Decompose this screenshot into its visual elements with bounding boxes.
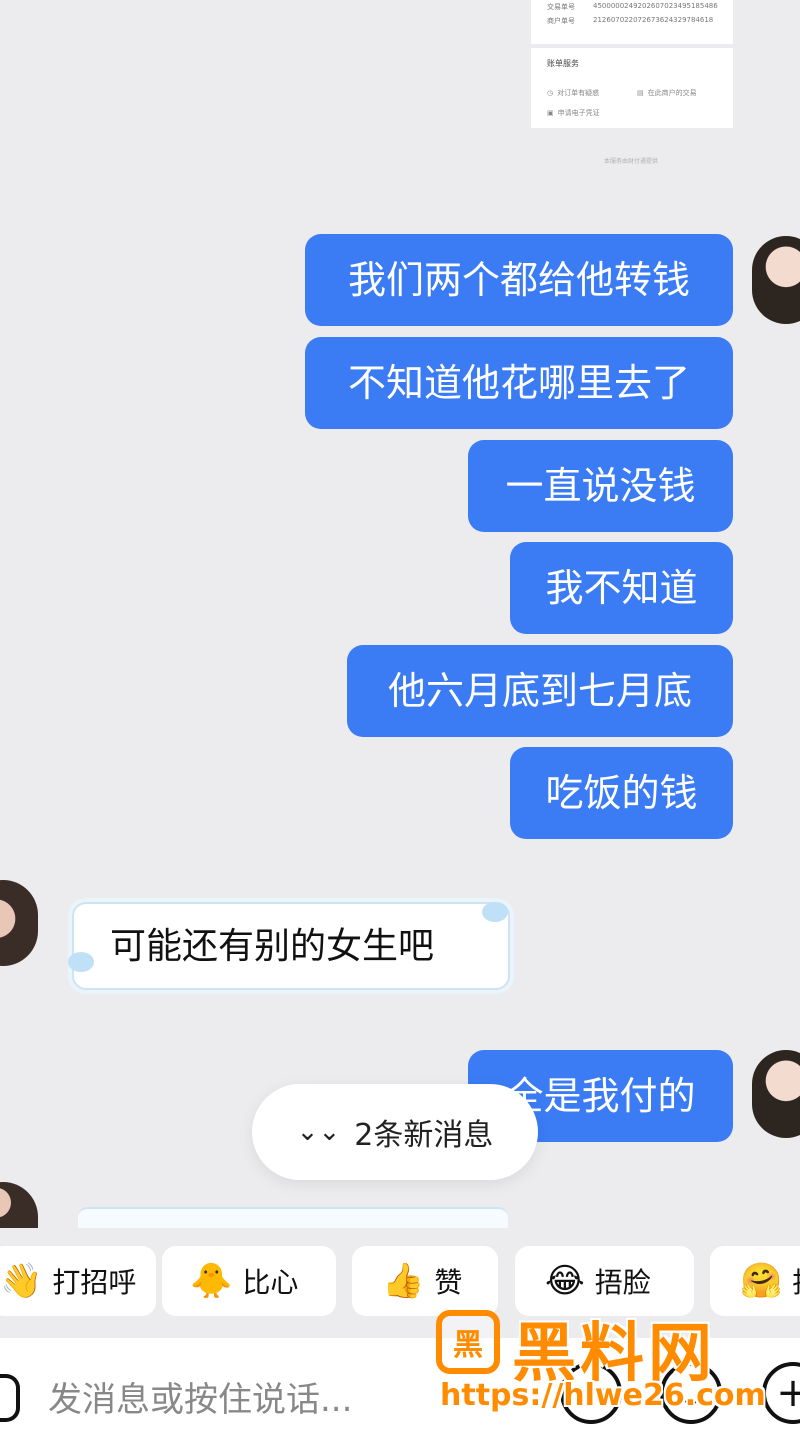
quick-reply-label: 比心 xyxy=(242,1266,299,1299)
message-input[interactable]: 发消息或按住说话... xyxy=(48,1372,352,1421)
sent-message[interactable]: 我不知道 xyxy=(510,542,733,634)
watermark-logo: 黑 xyxy=(436,1310,500,1374)
receipt-row-merchant: 商户单号 21260702207267362432978461​8 xyxy=(547,16,713,26)
receipt-row-label: 交易单号 xyxy=(547,3,575,11)
received-message[interactable]: 可能还有别的女生吧 xyxy=(72,902,510,990)
receipt-section-title: 账单服务 xyxy=(547,59,579,68)
new-messages-label: 2条新消息 xyxy=(354,1118,494,1153)
quick-reply-label: 赞 xyxy=(434,1266,463,1299)
thumbs-up-icon: 👍 xyxy=(382,1261,425,1301)
receipt-action-merchant[interactable]: ▤ 在此商户的交易 xyxy=(637,88,697,98)
double-chevron-down-icon: ⌄⌄ xyxy=(296,1117,341,1147)
store-icon: ▤ xyxy=(637,89,644,97)
quick-reply-greet[interactable]: 👋 打招呼 xyxy=(0,1246,156,1316)
bear-sticker-icon xyxy=(68,952,94,972)
document-icon: ▣ xyxy=(547,109,554,117)
voice-icon[interactable] xyxy=(0,1374,20,1422)
site-watermark: 黑 黑料网 https://hlwe26.com xyxy=(436,1302,766,1422)
laughing-face-icon: 😂 xyxy=(545,1261,585,1301)
quick-reply-label: 抱 xyxy=(792,1261,800,1301)
receipt-action-voucher[interactable]: ▣ 申请电子凭证 xyxy=(547,108,600,118)
receipt-action-label: 申请电子凭证 xyxy=(557,109,600,117)
avatar[interactable] xyxy=(0,880,38,966)
wave-icon: 👋 xyxy=(0,1261,43,1301)
avatar[interactable] xyxy=(752,236,800,324)
hug-icon: 🤗 xyxy=(740,1261,783,1301)
receipt-action-label: 在此商户的交易 xyxy=(647,89,697,97)
sent-message[interactable]: 他六月底到七月底 xyxy=(347,645,733,737)
watermark-url: https://hlwe26.com xyxy=(440,1378,766,1413)
transfer-receipt-card[interactable]: 交易单号 4500000249202607023495185486 商户单号 2… xyxy=(531,0,733,128)
receipt-footer-note: 本服务由财付通提供 xyxy=(604,158,659,165)
avatar[interactable] xyxy=(752,1050,800,1138)
receipt-row-label: 商户单号 xyxy=(547,17,575,25)
chick-icon: 🐥 xyxy=(190,1261,233,1301)
avatar[interactable] xyxy=(0,1182,38,1228)
quick-reply-heart[interactable]: 🐥 比心 xyxy=(162,1246,336,1316)
clock-icon: ◷ xyxy=(547,89,554,97)
receipt-divider xyxy=(531,44,733,48)
receipt-row-transaction: 交易单号 4500000249202607023495185486 xyxy=(547,2,718,12)
receipt-action-question[interactable]: ◷ 对订单有疑惑 xyxy=(547,88,599,98)
plus-icon[interactable]: + xyxy=(762,1362,800,1424)
sent-message[interactable]: 一直说没钱 xyxy=(468,440,733,532)
sent-message[interactable]: 不知道他花哪里去了 xyxy=(305,337,733,429)
quick-reply-label: 打招呼 xyxy=(52,1266,137,1299)
received-message-partial[interactable] xyxy=(78,1207,508,1229)
receipt-row-value: 4500000249202607023495185486 xyxy=(593,2,718,10)
sent-message[interactable]: 吃饭的钱 xyxy=(510,747,733,839)
sent-message[interactable]: 我们两个都给他转钱 xyxy=(305,234,733,326)
receipt-action-label: 对订单有疑惑 xyxy=(557,89,600,97)
receipt-row-value: 21260702207267362432978461​8 xyxy=(593,16,714,24)
new-messages-button[interactable]: ⌄⌄ 2条新消息 xyxy=(252,1084,538,1180)
quick-reply-label: 捂脸 xyxy=(594,1266,651,1299)
cloud-sticker-icon xyxy=(482,902,508,922)
